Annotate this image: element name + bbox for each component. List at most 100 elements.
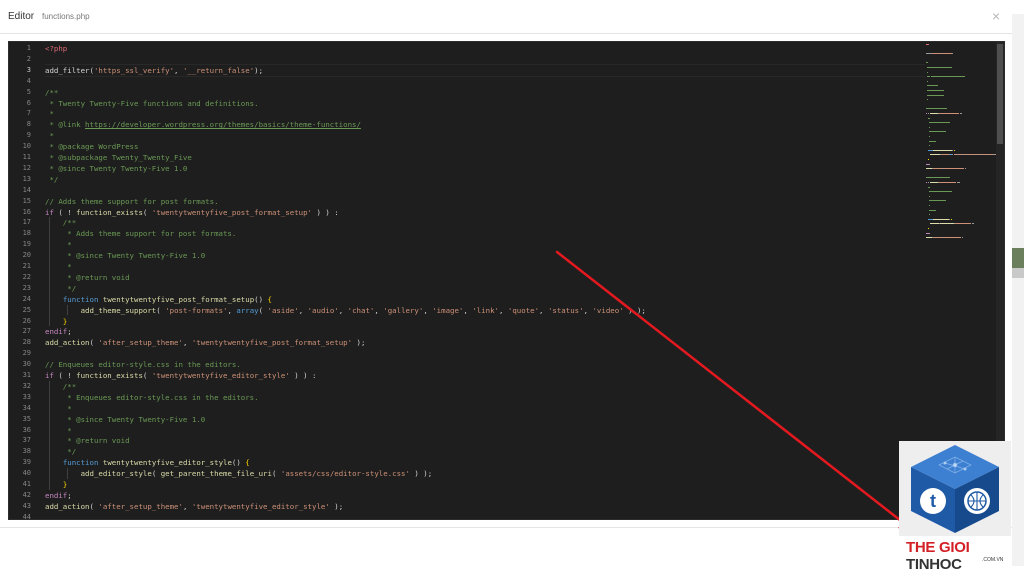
- line-number: 35: [22, 414, 31, 423]
- code-line[interactable]: * Adds theme support for post formats.: [45, 228, 236, 239]
- brand-name-dark: TINHOC: [906, 556, 962, 573]
- minimap-line: [926, 76, 931, 78]
- code-line[interactable]: // Enqueues editor-style.css in the edit…: [45, 359, 241, 370]
- code-line[interactable]: /**: [45, 381, 76, 392]
- minimap-line: [940, 223, 955, 225]
- scrollbar-thumb[interactable]: [997, 44, 1003, 144]
- minimap-line: [928, 191, 953, 193]
- code-line[interactable]: *: [45, 108, 53, 119]
- code-line[interactable]: add_action( 'after_setup_theme', 'twenty…: [45, 501, 343, 512]
- line-number: 8: [26, 120, 31, 129]
- minimap-line: [928, 140, 937, 142]
- minimap-line: [926, 94, 944, 96]
- file-name: functions.php: [42, 12, 90, 21]
- code-line[interactable]: * @return void: [45, 272, 129, 283]
- minimap-line: [932, 237, 944, 239]
- minimap-line: [926, 85, 938, 87]
- minimap-line: [928, 122, 950, 124]
- code-line[interactable]: endif;: [45, 326, 72, 337]
- minimap-line: [933, 149, 952, 151]
- logo-letter: t: [930, 491, 936, 511]
- minimap-line: [929, 113, 939, 114]
- code-line[interactable]: *: [45, 425, 71, 436]
- line-number: 10: [22, 142, 31, 151]
- minimap-line: [930, 154, 940, 156]
- minimap-line: [926, 67, 953, 68]
- code-line[interactable]: * @since Twenty Twenty-Five 1.0: [45, 414, 205, 425]
- code-line[interactable]: *: [45, 130, 53, 141]
- line-number: 32: [22, 381, 31, 390]
- minimap-line: [928, 163, 930, 165]
- code-line[interactable]: /**: [45, 87, 58, 98]
- minimap-line: [943, 53, 952, 55]
- minimap-line: [961, 237, 963, 239]
- background-page-strip: [1012, 0, 1024, 566]
- minimap[interactable]: [926, 42, 996, 262]
- close-icon[interactable]: ×: [992, 9, 1000, 23]
- minimap-line: [944, 168, 964, 170]
- code-line[interactable]: <?php: [45, 43, 67, 54]
- line-number: 43: [22, 501, 31, 510]
- code-line[interactable]: }: [45, 479, 67, 490]
- minimap-line: [928, 117, 930, 119]
- line-number: 18: [22, 229, 31, 238]
- minimap-line: [932, 53, 942, 55]
- line-number: 39: [22, 458, 31, 467]
- code-line[interactable]: * @link https://developer.wordpress.org/…: [45, 119, 360, 130]
- code-line[interactable]: }: [45, 316, 67, 327]
- code-editor[interactable]: 1 2 3 4 5 6 7 8 9 10 11 12 13 14 15 16 17 18 19 20 21 22 23 24 2…: [8, 41, 1005, 520]
- line-number: 14: [22, 185, 31, 194]
- line-number: 20: [22, 251, 31, 260]
- code-line[interactable]: function twentytwentyfive_editor_style()…: [45, 457, 250, 468]
- code-line[interactable]: */: [45, 283, 76, 294]
- brand-name: THE GIOI TINHOC: [906, 539, 1024, 573]
- code-line[interactable]: * @since Twenty Twenty-Five 1.0: [45, 250, 205, 261]
- code-area[interactable]: <?php add_filter('https_ssl_verify', '__r…: [45, 42, 925, 519]
- line-number: 44: [22, 512, 31, 520]
- code-line[interactable]: * @subpackage Twenty_Twenty_Five: [45, 152, 191, 163]
- minimap-line: [928, 149, 933, 151]
- modal-footer-divider: [0, 527, 1012, 528]
- minimap-line: [940, 154, 949, 156]
- line-number: 25: [22, 305, 31, 314]
- minimap-line: [928, 126, 930, 128]
- code-line[interactable]: add_theme_support( 'post-formats', array…: [45, 305, 646, 316]
- minimap-line: [950, 218, 952, 220]
- code-line[interactable]: add_filter('https_ssl_verify', '__return…: [45, 65, 263, 76]
- minimap-line: [928, 214, 930, 216]
- line-number: 30: [22, 360, 31, 369]
- code-line[interactable]: * Enqueues editor-style.css in the edito…: [45, 392, 258, 403]
- code-line[interactable]: endif;: [45, 490, 72, 501]
- line-number: 34: [22, 403, 31, 412]
- code-line[interactable]: add_action( 'after_setup_theme', 'twenty…: [45, 337, 365, 348]
- code-line[interactable]: * @return void: [45, 435, 129, 446]
- code-line[interactable]: *: [45, 261, 71, 272]
- code-line[interactable]: * @since Twenty Twenty-Five 1.0: [45, 163, 187, 174]
- line-number: 2: [26, 54, 31, 63]
- code-line[interactable]: *: [45, 403, 71, 414]
- code-line[interactable]: // Adds theme support for post formats.: [45, 196, 219, 207]
- line-number: 37: [22, 436, 31, 445]
- line-number: 1: [26, 44, 31, 52]
- code-line[interactable]: */: [45, 446, 76, 457]
- line-number: 15: [22, 196, 31, 205]
- code-line[interactable]: if ( ! function_exists( 'twentytwentyfiv…: [45, 207, 339, 218]
- code-line[interactable]: * @package WordPress: [45, 141, 138, 152]
- code-line[interactable]: *: [45, 239, 71, 250]
- code-line[interactable]: */: [45, 174, 58, 185]
- line-number: 28: [22, 338, 31, 347]
- brand-name-red: THE GIOI: [906, 539, 970, 556]
- code-line[interactable]: * Twenty Twenty-Five functions and defin…: [45, 98, 258, 109]
- line-number: 4: [26, 76, 31, 85]
- code-line[interactable]: /**: [45, 217, 76, 228]
- line-number: 6: [26, 98, 31, 107]
- code-line[interactable]: add_editor_style( get_parent_theme_file_…: [45, 468, 433, 479]
- minimap-line: [928, 205, 930, 206]
- line-number: 36: [22, 425, 31, 434]
- code-line[interactable]: if ( ! function_exists( 'twentytwentyfiv…: [45, 370, 316, 381]
- line-number: 22: [22, 272, 31, 281]
- code-line[interactable]: function twentytwentyfive_post_format_se…: [45, 294, 272, 305]
- modal-header: Editor functions.php ×: [0, 0, 1012, 34]
- minimap-line: [928, 159, 930, 160]
- minimap-line: [928, 136, 930, 137]
